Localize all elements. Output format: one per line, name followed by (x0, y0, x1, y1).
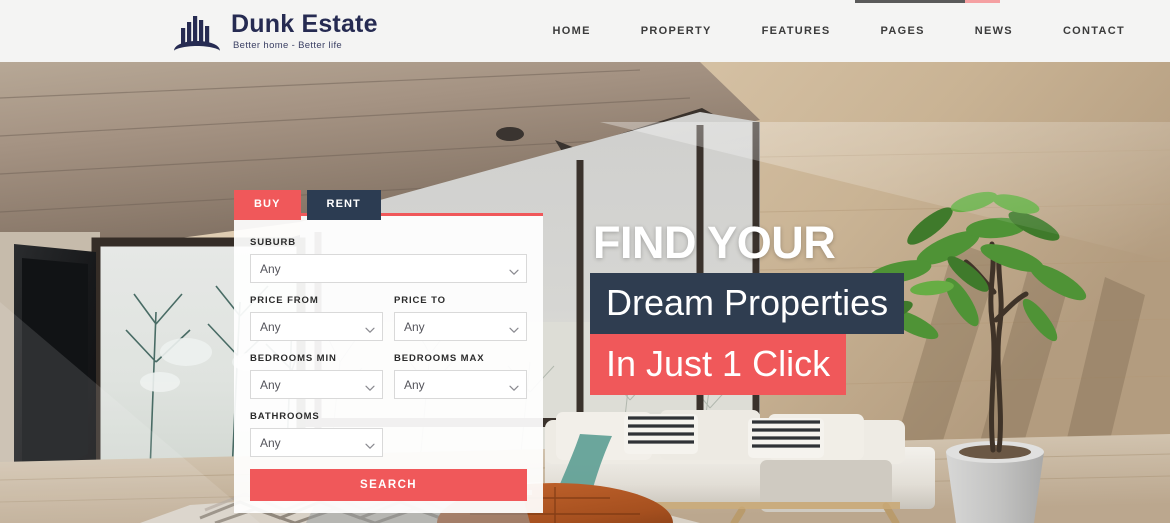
field-price-from: PRICE FROM Any (250, 295, 383, 341)
bathrooms-label: BATHROOMS (250, 411, 320, 422)
bedrooms-max-select[interactable]: Any (394, 370, 527, 399)
price-from-select[interactable]: Any (250, 312, 383, 341)
bathrooms-select[interactable]: Any (250, 428, 383, 457)
price-to-value: Any (404, 319, 425, 334)
field-suburb: SUBURB Any (250, 237, 527, 283)
nav-item-contact[interactable]: CONTACT (1038, 0, 1150, 62)
page-root: Dunk Estate Better home - Better life HO… (0, 0, 1170, 523)
chevron-down-icon (509, 264, 519, 275)
bedrooms-min-label: BEDROOMS MIN (250, 353, 337, 364)
brand-text: Dunk Estate Better home - Better life (231, 9, 378, 52)
field-bathrooms: BATHROOMS Any (250, 411, 527, 457)
property-search-form: SUBURB Any PRICE FROM Any PRICE TO Any B… (234, 213, 543, 513)
brand-tagline: Better home - Better life (233, 40, 343, 52)
hero-headline-line-2: Dream Properties (590, 273, 905, 334)
chevron-down-icon (365, 380, 375, 391)
tab-buy[interactable]: BUY (234, 190, 301, 220)
suburb-select[interactable]: Any (250, 254, 527, 283)
field-bedrooms-min: BEDROOMS MIN Any (250, 353, 383, 399)
field-bedrooms-max: BEDROOMS MAX Any (394, 353, 527, 399)
field-price-to: PRICE TO Any (394, 295, 527, 341)
hero-background-photo (0, 62, 1170, 523)
main-navigation: HOME PROPERTY FEATURES PAGES NEWS CONTAC… (528, 0, 1150, 62)
site-header: Dunk Estate Better home - Better life HO… (0, 0, 1170, 62)
brand-logo[interactable]: Dunk Estate Better home - Better life (172, 8, 378, 54)
search-submit-button[interactable]: SEARCH (250, 469, 527, 501)
hero-headline-line-3: In Just 1 Click (590, 334, 847, 395)
bedrooms-min-value: Any (260, 377, 281, 392)
hero-section: FIND YOUR Dream Properties In Just 1 Cli… (0, 62, 1170, 523)
hero-headline-line-1: FIND YOUR (593, 217, 836, 268)
suburb-value: Any (260, 261, 281, 276)
field-row-bedrooms: BEDROOMS MIN Any BEDROOMS MAX Any (250, 353, 527, 399)
chevron-down-icon (365, 438, 375, 449)
bedrooms-max-label: BEDROOMS MAX (394, 353, 485, 364)
brand-name: Dunk Estate (231, 9, 378, 38)
price-from-value: Any (260, 319, 281, 334)
bathrooms-value: Any (260, 435, 281, 450)
nav-item-features[interactable]: FEATURES (737, 0, 856, 62)
bedrooms-min-select[interactable]: Any (250, 370, 383, 399)
nav-item-pages[interactable]: PAGES (856, 0, 950, 62)
price-to-label: PRICE TO (394, 295, 446, 306)
price-from-label: PRICE FROM (250, 295, 319, 306)
building-skyline-icon (172, 8, 222, 54)
bedrooms-max-value: Any (404, 377, 425, 392)
nav-item-property[interactable]: PROPERTY (616, 0, 737, 62)
field-row-price: PRICE FROM Any PRICE TO Any (250, 295, 527, 341)
tab-rent[interactable]: RENT (306, 190, 381, 220)
search-type-tabs: BUY RENT (234, 190, 381, 220)
price-to-select[interactable]: Any (394, 312, 527, 341)
hero-headline: FIND YOUR Dream Properties In Just 1 Cli… (590, 217, 905, 395)
suburb-label: SUBURB (250, 237, 297, 248)
nav-item-home[interactable]: HOME (528, 0, 616, 62)
nav-item-news[interactable]: NEWS (950, 0, 1038, 62)
chevron-down-icon (509, 380, 519, 391)
chevron-down-icon (509, 322, 519, 333)
chevron-down-icon (365, 322, 375, 333)
